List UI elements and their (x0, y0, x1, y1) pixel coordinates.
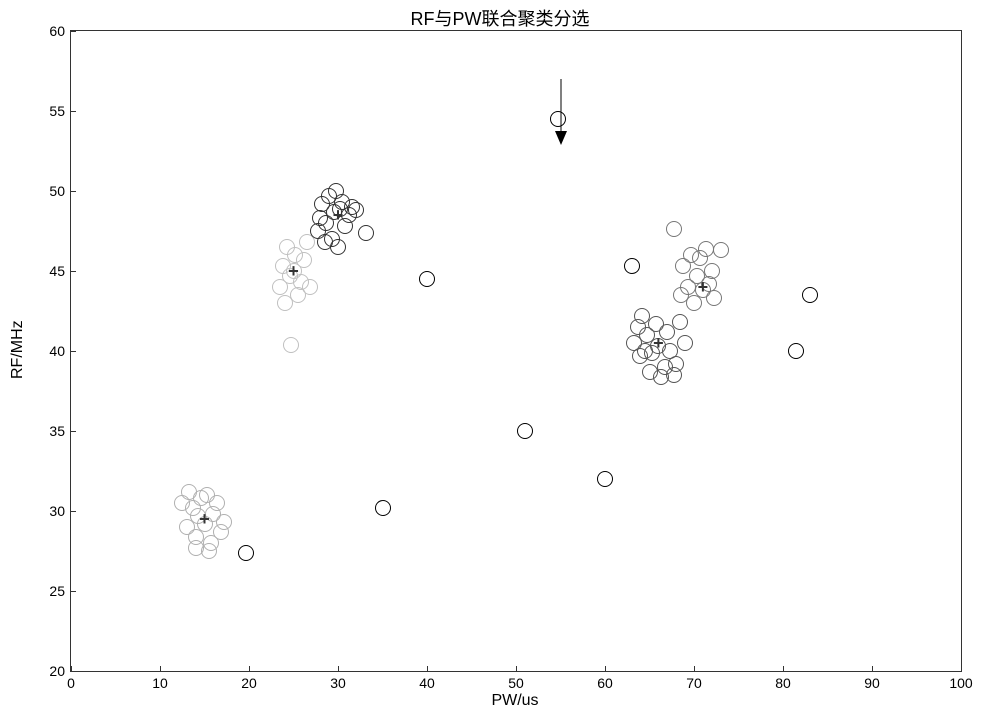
y-tick-label: 55 (49, 103, 65, 119)
y-tick-label: 35 (49, 423, 65, 439)
data-point (302, 279, 318, 295)
data-point (517, 423, 533, 439)
x-tick-label: 30 (330, 675, 346, 691)
data-point (802, 287, 818, 303)
x-tick-label: 90 (864, 675, 880, 691)
data-point (550, 111, 566, 127)
data-point (597, 471, 613, 487)
data-point (698, 241, 714, 257)
data-point (216, 514, 232, 530)
centroid-marker: + (653, 334, 664, 352)
data-point (666, 221, 682, 237)
data-point (668, 356, 684, 372)
x-tick-label: 60 (597, 675, 613, 691)
x-tick-label: 80 (775, 675, 791, 691)
data-point (358, 225, 374, 241)
x-axis-label: PW/us (70, 692, 960, 710)
chart-title: RF与PW联合聚类分选 (0, 5, 1000, 31)
x-tick-label: 40 (419, 675, 435, 691)
x-tick-label: 10 (152, 675, 168, 691)
plot-area: 0102030405060708090100202530354045505560… (70, 30, 962, 672)
centroid-marker: + (288, 262, 299, 280)
scatter-chart: RF与PW联合聚类分选 RF/MHz 010203040506070809010… (0, 0, 1000, 719)
data-point (330, 239, 346, 255)
data-point (419, 271, 435, 287)
data-point (375, 500, 391, 516)
data-point (672, 314, 688, 330)
data-point (238, 545, 254, 561)
x-tick-label: 50 (508, 675, 524, 691)
x-tick-label: 0 (67, 675, 75, 691)
y-axis-label: RF/MHz (8, 30, 28, 670)
x-tick-label: 20 (241, 675, 257, 691)
data-point (283, 337, 299, 353)
data-point (713, 242, 729, 258)
x-tick-label: 100 (949, 675, 972, 691)
annotation-arrow (560, 79, 561, 131)
y-tick-label: 30 (49, 503, 65, 519)
y-tick-label: 50 (49, 183, 65, 199)
y-tick-label: 20 (49, 663, 65, 679)
y-tick-label: 45 (49, 263, 65, 279)
centroid-marker: + (199, 510, 210, 528)
y-tick-label: 60 (49, 23, 65, 39)
data-point (788, 343, 804, 359)
y-tick-label: 40 (49, 343, 65, 359)
data-point (706, 290, 722, 306)
x-tick-label: 70 (686, 675, 702, 691)
data-point (188, 540, 204, 556)
y-tick-label: 25 (49, 583, 65, 599)
data-point (348, 202, 364, 218)
centroid-marker: + (698, 278, 709, 296)
data-point (624, 258, 640, 274)
centroid-marker: + (333, 206, 344, 224)
data-point (209, 495, 225, 511)
annotation-arrow-head (555, 131, 567, 145)
data-point (677, 335, 693, 351)
